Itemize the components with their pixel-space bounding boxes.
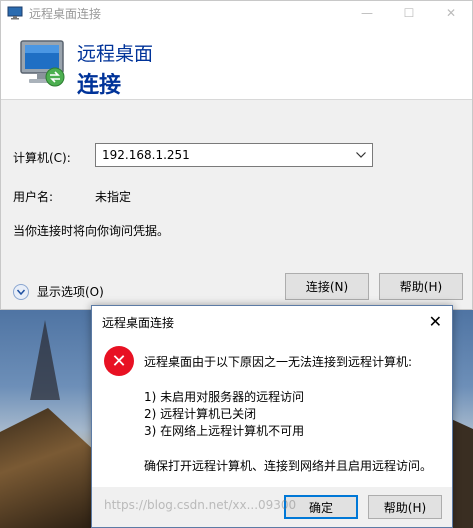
main-window: 远程桌面连接 — ☐ ✕ 远程桌面 连接 计算机(C): 192.168.1.2…: [0, 0, 473, 310]
credential-note: 当你连接时将向你询问凭据。: [13, 224, 170, 238]
close-button[interactable]: ✕: [430, 1, 472, 25]
dialog-close-button[interactable]: ✕: [429, 312, 442, 331]
username-value: 未指定: [95, 190, 132, 204]
banner-title-line2: 连接: [77, 73, 122, 98]
chevron-down-icon[interactable]: [354, 147, 368, 163]
computer-value: 192.168.1.251: [102, 148, 190, 162]
reason-3: 3) 在网络上远程计算机不可用: [144, 424, 305, 438]
dialog-help-button[interactable]: 帮助(H): [368, 495, 442, 519]
computer-label: 计算机(C):: [13, 151, 71, 165]
banner: 远程桌面 连接: [1, 25, 472, 100]
advice-text: 确保打开远程计算机、连接到网络并且启用远程访问。: [144, 459, 433, 473]
username-label: 用户名:: [13, 190, 54, 204]
background-tree: [30, 320, 60, 400]
remote-desktop-icon: [7, 6, 23, 20]
help-button[interactable]: 帮助(H): [379, 273, 463, 300]
error-message-heading: 远程桌面由于以下原因之一无法连接到远程计算机:: [144, 355, 413, 369]
connect-button[interactable]: 连接(N): [285, 273, 369, 300]
remote-desktop-monitor-icon: [19, 39, 67, 91]
title-bar: 远程桌面连接 — ☐ ✕: [1, 1, 472, 25]
dialog-title: 远程桌面连接: [102, 316, 175, 330]
banner-title-line1: 远程桌面: [77, 43, 154, 65]
reason-2: 2) 远程计算机已关闭: [144, 407, 257, 421]
maximize-button[interactable]: ☐: [388, 1, 430, 25]
minimize-button[interactable]: —: [346, 1, 388, 25]
expand-options-icon: [13, 283, 29, 300]
watermark: https://blog.csdn.net/xx...09300: [104, 498, 297, 512]
show-options-toggle[interactable]: 显示选项(O): [13, 283, 104, 300]
error-dialog: 远程桌面连接 ✕ ✕ 远程桌面由于以下原因之一无法连接到远程计算机: 1) 未启…: [91, 305, 453, 528]
window-title: 远程桌面连接: [29, 6, 102, 21]
error-icon: ✕: [104, 346, 134, 376]
computer-combobox[interactable]: 192.168.1.251: [95, 143, 373, 167]
show-options-label: 显示选项(O): [37, 285, 104, 299]
reason-1: 1) 未启用对服务器的远程访问: [144, 390, 305, 404]
